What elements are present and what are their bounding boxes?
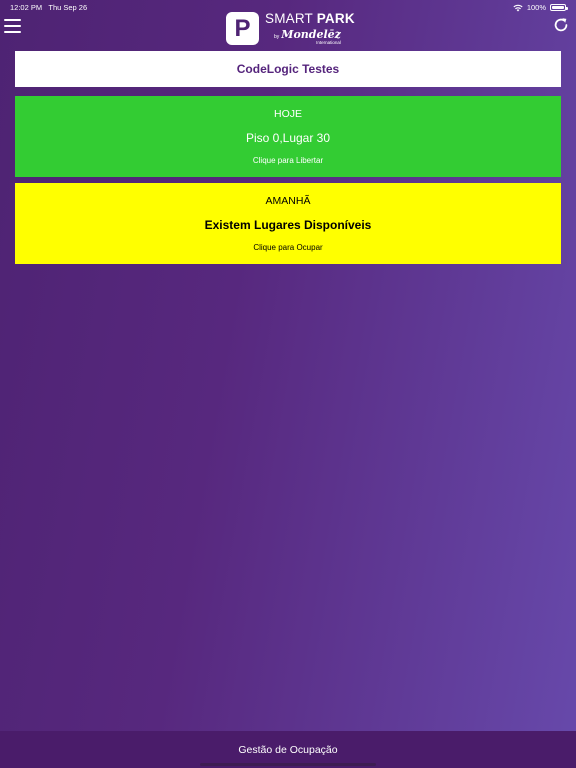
logo-title: SMART PARK	[265, 12, 355, 26]
hamburger-menu-icon[interactable]	[4, 19, 21, 33]
tomorrow-label: AMANHÃ	[265, 195, 311, 207]
battery-icon	[550, 4, 568, 11]
logo-brand-sub: International	[316, 40, 341, 45]
logo-text: SMART PARK by Mondelēz International	[265, 12, 355, 46]
app-header: P SMART PARK by Mondelēz International	[0, 12, 576, 46]
status-right: 100%	[513, 3, 568, 12]
battery-level	[552, 6, 564, 9]
footer-tab-bar: Gestão de Ocupação	[0, 731, 576, 768]
tomorrow-availability: Existem Lugares Disponíveis	[204, 218, 372, 232]
logo-by: by	[274, 33, 280, 40]
battery-percentage: 100%	[526, 3, 546, 12]
logo-brand-block: Mondelēz International	[281, 26, 341, 46]
refresh-icon[interactable]	[552, 16, 570, 34]
occupancy-management-tab[interactable]: Gestão de Ocupação	[0, 744, 576, 756]
smart-park-logo: P SMART PARK by Mondelēz International	[226, 12, 355, 46]
release-spot-action: Clique para Libertar	[252, 156, 324, 165]
logo-title-bold: PARK	[316, 11, 355, 26]
user-name: CodeLogic Testes	[236, 62, 340, 76]
status-date: Thu Sep 26	[48, 3, 88, 12]
logo-title-light: SMART	[265, 11, 317, 26]
tomorrow-parking-card[interactable]: AMANHÃ Existem Lugares Disponíveis Cliqu…	[15, 183, 561, 264]
logo-brand-line: by Mondelēz International	[274, 26, 355, 46]
wifi-icon	[513, 4, 523, 11]
user-name-card: CodeLogic Testes	[15, 51, 561, 87]
occupy-spot-action: Clique para Ocupar	[253, 243, 323, 252]
today-spot: Piso 0,Lugar 30	[245, 131, 331, 145]
today-parking-card[interactable]: HOJE Piso 0,Lugar 30 Clique para Liberta…	[15, 96, 561, 177]
home-indicator	[200, 763, 376, 766]
today-label: HOJE	[273, 108, 302, 120]
status-time-date: 12:02 PM Thu Sep 26	[10, 3, 87, 12]
parking-p-icon: P	[226, 12, 259, 45]
status-time: 12:02 PM	[10, 3, 43, 12]
